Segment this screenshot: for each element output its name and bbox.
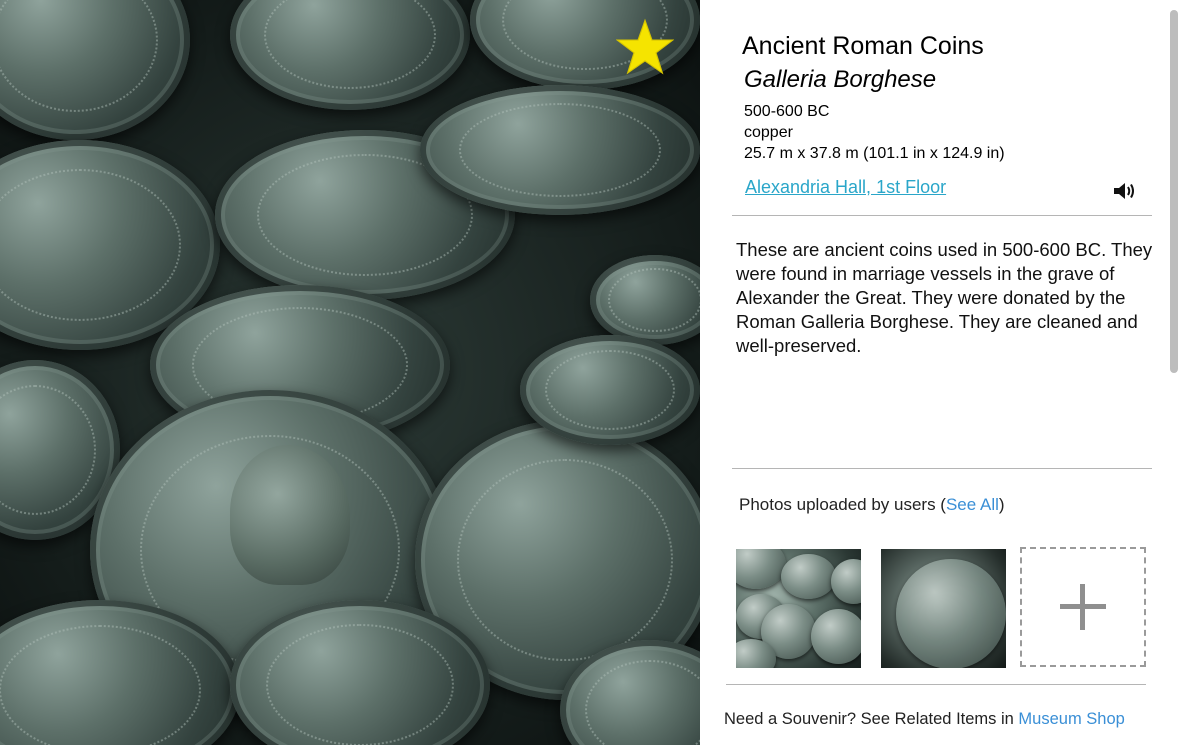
photos-heading-close: ) bbox=[998, 495, 1005, 514]
souvenir-text: Need a Souvenir? See Related Items in bbox=[724, 710, 1019, 728]
artifact-material: copper bbox=[744, 124, 793, 141]
speaker-icon[interactable] bbox=[1112, 180, 1136, 202]
location-link[interactable]: Alexandria Hall, 1st Floor bbox=[745, 177, 946, 198]
user-photo-thumbnail[interactable] bbox=[881, 549, 1006, 668]
photos-heading: Photos uploaded by users (See All) bbox=[739, 495, 1005, 515]
star-icon[interactable] bbox=[616, 18, 674, 76]
divider bbox=[726, 684, 1146, 685]
emperor-profile bbox=[230, 445, 350, 585]
artifact-photo bbox=[0, 0, 700, 745]
see-all-link[interactable]: See All bbox=[946, 495, 999, 514]
divider bbox=[732, 468, 1152, 469]
artifact-description: These are ancient coins used in 500-600 … bbox=[736, 239, 1153, 356]
souvenir-promo: Need a Souvenir? See Related Items in Mu… bbox=[724, 710, 1125, 729]
artifact-dimensions: 25.7 m x 37.8 m (101.1 in x 124.9 in) bbox=[744, 145, 1005, 162]
user-photo-thumbnail[interactable] bbox=[736, 549, 861, 668]
divider bbox=[732, 215, 1152, 216]
plus-icon bbox=[1080, 584, 1085, 630]
artifact-collection: Galleria Borghese bbox=[744, 66, 937, 93]
add-photo-button[interactable] bbox=[1020, 547, 1146, 667]
artifact-title: Ancient Roman Coins bbox=[742, 32, 984, 60]
artifact-date: 500-600 BC bbox=[744, 103, 830, 120]
photos-heading-label: Photos uploaded by users ( bbox=[739, 495, 946, 514]
scrollbar[interactable] bbox=[1170, 10, 1178, 373]
museum-shop-link[interactable]: Museum Shop bbox=[1018, 710, 1124, 728]
